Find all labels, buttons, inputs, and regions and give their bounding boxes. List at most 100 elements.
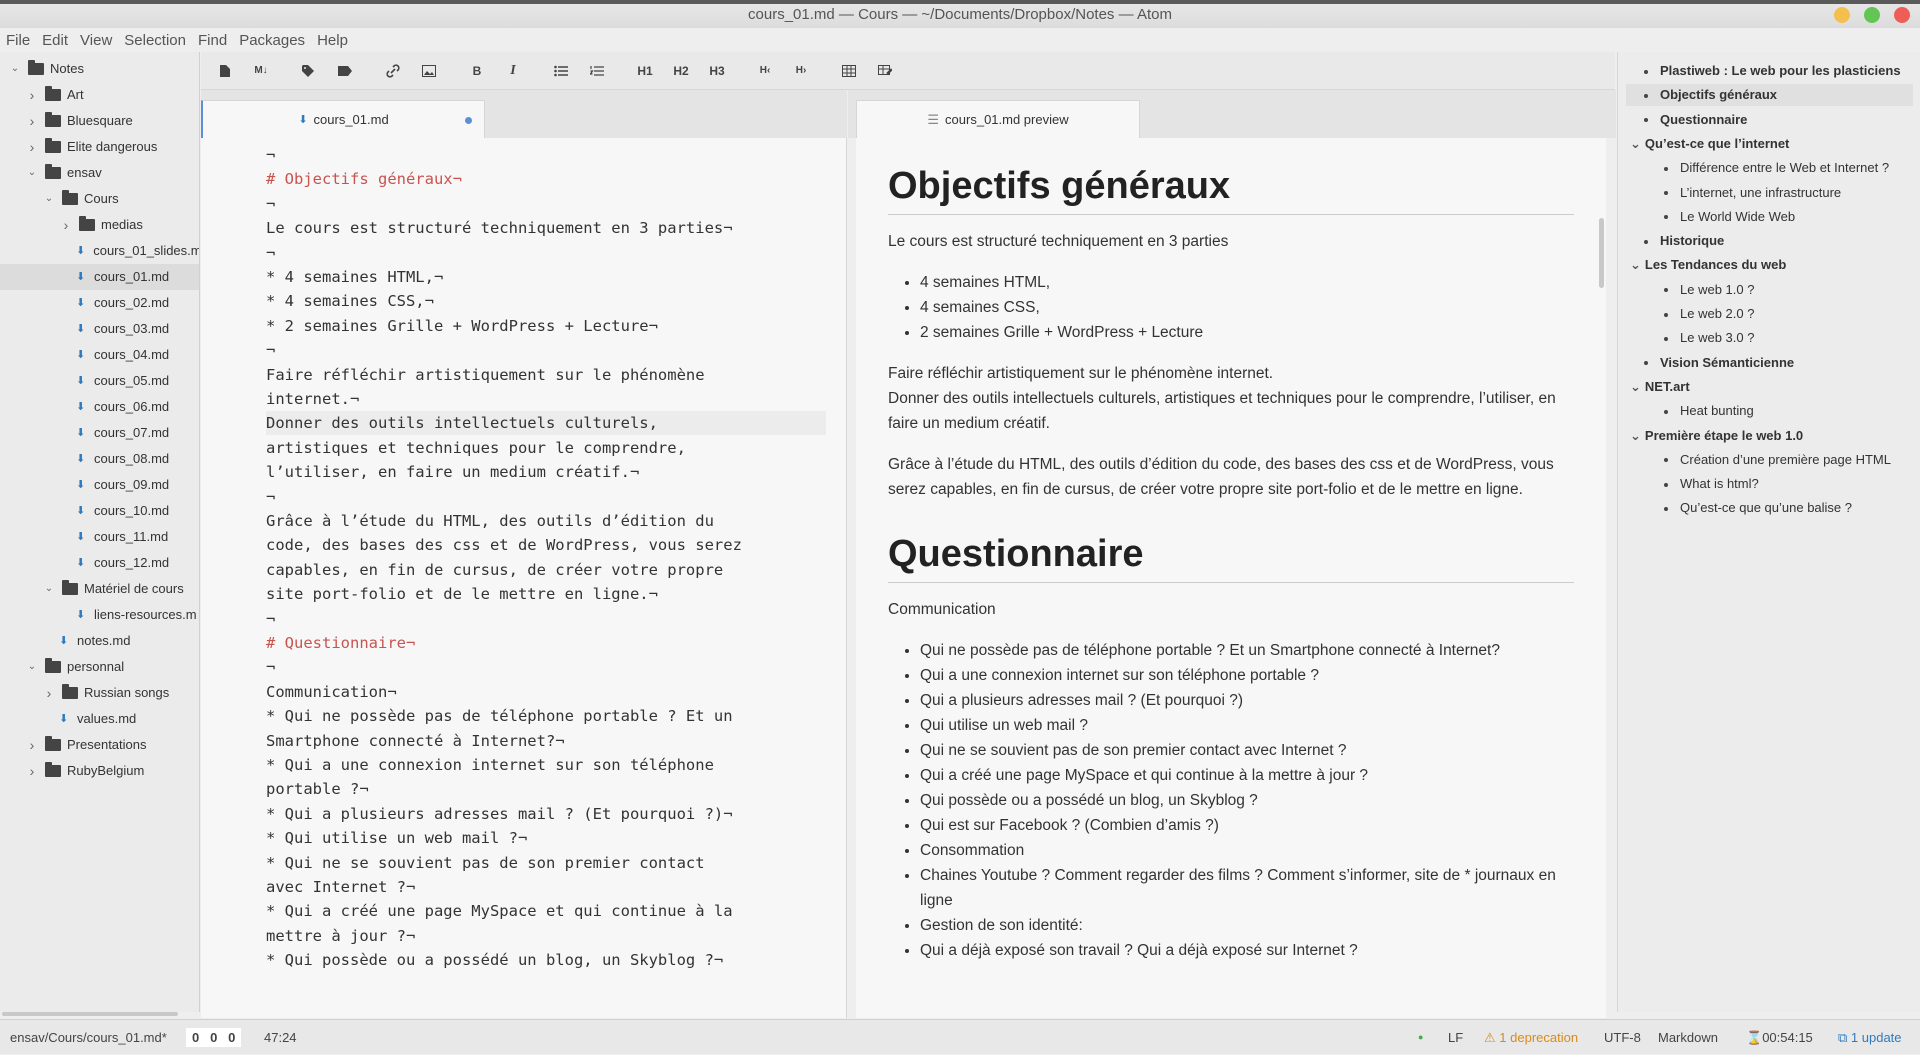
tree-folder[interactable]: ⌄ Notes	[0, 56, 199, 82]
editor-line[interactable]: code, des bases des css et de WordPress,…	[266, 533, 826, 557]
tree-file[interactable]: ⬇ cours_04.md	[0, 342, 199, 368]
tree-file[interactable]: ⬇ cours_10.md	[0, 498, 199, 524]
outline-item[interactable]: Heat bunting	[1626, 400, 1913, 422]
chevron-down-icon[interactable]: ⌄	[25, 160, 39, 186]
markdown-icon[interactable]: M↓	[247, 59, 275, 83]
editor-line[interactable]: ¬	[266, 485, 826, 509]
modified-indicator[interactable]	[465, 117, 472, 124]
editor-line[interactable]: * 4 semaines CSS,¬	[266, 289, 826, 313]
chevron-right-icon[interactable]: ›	[42, 680, 56, 706]
editor-line[interactable]: * Qui a créé une page MySpace et qui con…	[266, 899, 826, 923]
outline-item[interactable]: ⌄ Première étape le web 1.0	[1626, 425, 1913, 447]
menu-help[interactable]: Help	[317, 32, 348, 49]
indent-icon[interactable]: H›	[787, 59, 815, 83]
outline-item[interactable]: Le web 2.0 ?	[1626, 303, 1913, 325]
editor-line[interactable]: * Qui a une connexion internet sur son t…	[266, 753, 826, 777]
outline-item[interactable]: Objectifs généraux	[1626, 84, 1913, 107]
chevron-down-icon[interactable]: ⌄	[1630, 136, 1641, 151]
editor-line[interactable]: ¬	[266, 192, 826, 216]
preview-scrollbar[interactable]	[1599, 218, 1604, 288]
chevron-right-icon[interactable]: ›	[25, 134, 39, 160]
bullet-list-icon[interactable]	[547, 59, 575, 83]
tab-preview[interactable]: ☰ cours_01.md preview	[856, 100, 1140, 138]
menu-file[interactable]: File	[6, 32, 30, 49]
tree-file[interactable]: ⬇ cours_03.md	[0, 316, 199, 342]
outline-item[interactable]: Historique	[1626, 230, 1913, 252]
tree-file[interactable]: ⬇ liens-resources.m	[0, 602, 199, 628]
tree-folder[interactable]: ⌄ Cours	[0, 186, 199, 212]
chevron-down-icon[interactable]: ⌄	[42, 186, 56, 212]
tree-folder[interactable]: › Russian songs	[0, 680, 199, 706]
tree-folder[interactable]: › Elite dangerous	[0, 134, 199, 160]
outline-item[interactable]: ⌄ Les Tendances du web	[1626, 254, 1913, 276]
outline-item[interactable]: Différence entre le Web et Internet ?	[1626, 157, 1913, 179]
status-timer[interactable]: ⌛00:54:15	[1746, 1020, 1813, 1055]
tree-file[interactable]: ⬇ cours_12.md	[0, 550, 199, 576]
tree-folder[interactable]: › RubyBelgium	[0, 758, 199, 784]
bold-button[interactable]: B	[463, 59, 491, 83]
editor-line[interactable]: * Qui a plusieurs adresses mail ? (Et po…	[266, 802, 826, 826]
numbered-list-icon[interactable]	[583, 59, 611, 83]
menu-view[interactable]: View	[80, 32, 112, 49]
tree-file[interactable]: ⬇ cours_01_slides.m	[0, 238, 199, 264]
editor-line[interactable]: * Qui possède ou a possédé un blog, un S…	[266, 948, 826, 972]
status-encoding[interactable]: UTF-8	[1604, 1020, 1641, 1055]
outline-item[interactable]: Création d’une première page HTML	[1626, 449, 1913, 471]
tag-icon[interactable]	[295, 59, 323, 83]
status-grammar[interactable]: Markdown	[1658, 1020, 1718, 1055]
tree-file[interactable]: ⬇ cours_01.md	[0, 264, 199, 290]
outline-item[interactable]: Plastiweb : Le web pour les plasticiens	[1626, 60, 1913, 82]
outline-item[interactable]: Le web 3.0 ?	[1626, 327, 1913, 349]
table-edit-icon[interactable]	[871, 59, 899, 83]
editor-line[interactable]: Smartphone connecté à Internet?¬	[266, 729, 826, 753]
editor-line[interactable]: site port-folio et de le mettre en ligne…	[266, 582, 826, 606]
chevron-down-icon[interactable]: ⌄	[25, 654, 39, 680]
tree-file[interactable]: ⬇ cours_08.md	[0, 446, 199, 472]
status-line-ending[interactable]: LF	[1448, 1020, 1463, 1055]
menu-packages[interactable]: Packages	[239, 32, 305, 49]
tree-folder[interactable]: ⌄ Matériel de cours	[0, 576, 199, 602]
chevron-down-icon[interactable]: ⌄	[1630, 428, 1641, 443]
table-icon[interactable]	[835, 59, 863, 83]
tree-folder[interactable]: › Art	[0, 82, 199, 108]
image-icon[interactable]	[415, 59, 443, 83]
editor-line[interactable]: ¬	[266, 338, 826, 362]
chevron-right-icon[interactable]: ›	[59, 212, 73, 238]
tree-folder[interactable]: ⌄ ensav	[0, 160, 199, 186]
editor-line[interactable]: * 4 semaines HTML,¬	[266, 265, 826, 289]
chevron-right-icon[interactable]: ›	[25, 108, 39, 134]
editor-line[interactable]: internet.¬	[266, 387, 826, 411]
outline-item[interactable]: Vision Sémanticienne	[1626, 352, 1913, 374]
h2-button[interactable]: H2	[667, 59, 695, 83]
italic-button[interactable]: I	[499, 59, 527, 83]
editor-line[interactable]: capables, en fin de cursus, de créer vot…	[266, 558, 826, 582]
tree-folder[interactable]: › Bluesquare	[0, 108, 199, 134]
tab-editor[interactable]: ⬇ cours_01.md	[201, 100, 485, 138]
tree-horizontal-scrollbar[interactable]	[2, 1012, 178, 1016]
tree-file[interactable]: ⬇ values.md	[0, 706, 199, 732]
chevron-down-icon[interactable]: ⌄	[1630, 379, 1641, 394]
outdent-icon[interactable]: H‹	[751, 59, 779, 83]
link-icon[interactable]	[379, 59, 407, 83]
chevron-down-icon[interactable]: ⌄	[8, 56, 22, 82]
chevron-right-icon[interactable]: ›	[25, 732, 39, 758]
label-icon[interactable]	[331, 59, 359, 83]
editor-line[interactable]: * Qui ne se souvient pas de son premier …	[266, 851, 826, 875]
minimize-button[interactable]	[1834, 7, 1850, 23]
outline-item[interactable]: Qu’est-ce que qu’une balise ?	[1626, 497, 1913, 519]
tree-folder[interactable]: ⌄ personnal	[0, 654, 199, 680]
menu-selection[interactable]: Selection	[124, 32, 186, 49]
menu-edit[interactable]: Edit	[42, 32, 68, 49]
editor-line[interactable]: Le cours est structuré techniquement en …	[266, 216, 826, 240]
tree-file[interactable]: ⬇ cours_02.md	[0, 290, 199, 316]
editor-line[interactable]: mettre à jour ?¬	[266, 924, 826, 948]
status-file-path[interactable]: ensav/Cours/cours_01.md*	[10, 1020, 167, 1055]
editor-line[interactable]: l’utiliser, en faire un medium créatif.¬	[266, 460, 826, 484]
markdown-editor[interactable]: ¬ # Objectifs généraux¬ ¬ Le cours est stru…	[201, 138, 847, 1018]
tree-folder[interactable]: › Presentations	[0, 732, 199, 758]
menu-find[interactable]: Find	[198, 32, 227, 49]
tree-file[interactable]: ⬇ cours_09.md	[0, 472, 199, 498]
tree-file[interactable]: ⬇ cours_11.md	[0, 524, 199, 550]
tree-file[interactable]: ⬇ cours_07.md	[0, 420, 199, 446]
chevron-right-icon[interactable]: ›	[25, 758, 39, 784]
